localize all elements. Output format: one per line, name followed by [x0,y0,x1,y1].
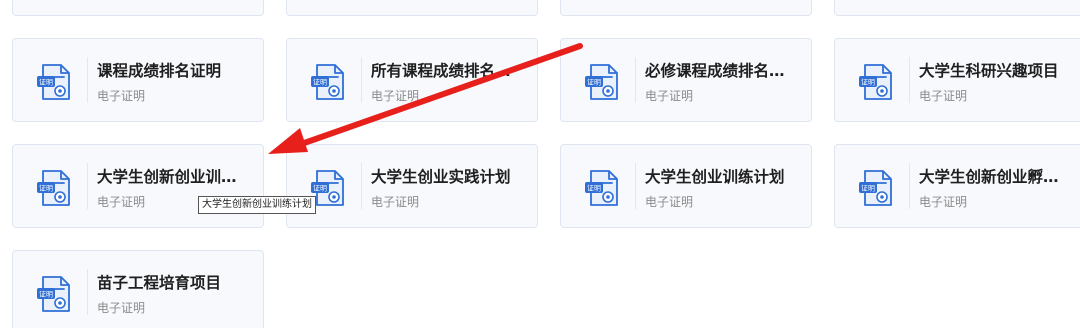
card-title: 大学生科研兴趣项目 [919,62,1059,80]
card-subtitle: 电子证明 [645,195,694,209]
certificate-card[interactable]: 大学生创新创业孵… 电子证明 [834,144,1080,228]
certificate-card[interactable]: 大学生科研兴趣项目 电子证明 [834,38,1080,122]
certificate-document-icon [309,62,349,102]
card-divider [87,269,88,315]
card-top-partial-2[interactable] [286,0,538,16]
card-title: 大学生创业实践计划 [371,168,511,186]
card-subtitle: 电子证明 [371,195,420,209]
card-divider [361,57,362,103]
card-divider [635,163,636,209]
card-subtitle: 电子证明 [97,89,146,103]
card-divider [909,163,910,209]
certificate-card[interactable]: 大学生创业实践计划 电子证明 [286,144,538,228]
card-subtitle: 电子证明 [919,195,968,209]
card-title: 课程成绩排名证明 [97,62,222,80]
certificate-document-icon [35,168,75,208]
certificate-card[interactable]: 大学生创业训练计划 电子证明 [560,144,812,228]
card-title: 大学生创业训练计划 [645,168,785,186]
card-subtitle: 电子证明 [371,89,420,103]
card-divider [87,163,88,209]
card-divider [87,57,88,103]
certificate-card[interactable]: 所有课程成绩排名… 电子证明 [286,38,538,122]
card-title: 苗子工程培育项目 [97,274,222,292]
card-subtitle: 电子证明 [919,89,968,103]
certificate-document-icon [857,168,897,208]
certificate-card[interactable]: 苗子工程培育项目 电子证明 [12,250,264,328]
certificate-grid: 课程成绩排名证明 电子证明 所有课程成绩排名… 电子证明 必修课程成绩排名… 电… [0,0,1080,328]
card-top-partial-4[interactable] [834,0,1080,16]
card-subtitle: 电子证明 [97,301,146,315]
certificate-document-icon [583,168,623,208]
card-divider [361,163,362,209]
certificate-card[interactable]: 必修课程成绩排名… 电子证明 [560,38,812,122]
card-subtitle: 电子证明 [97,195,146,209]
card-top-partial-1[interactable] [12,0,264,16]
card-title: 大学生创新创业孵… [919,168,1059,186]
certificate-document-icon [35,62,75,102]
certificate-document-icon [857,62,897,102]
certificate-card[interactable]: 课程成绩排名证明 电子证明 [12,38,264,122]
card-title: 大学生创新创业训… [97,168,237,186]
card-divider [909,57,910,103]
certificate-document-icon [35,274,75,314]
card-divider [635,57,636,103]
certificate-card[interactable]: 大学生创新创业训… 电子证明 [12,144,264,228]
card-top-partial-3[interactable] [560,0,812,16]
card-title: 所有课程成绩排名… [371,62,511,80]
card-title: 必修课程成绩排名… [645,62,785,80]
title-tooltip: 大学生创新创业训练计划 [198,196,316,214]
card-subtitle: 电子证明 [645,89,694,103]
certificate-document-icon [583,62,623,102]
